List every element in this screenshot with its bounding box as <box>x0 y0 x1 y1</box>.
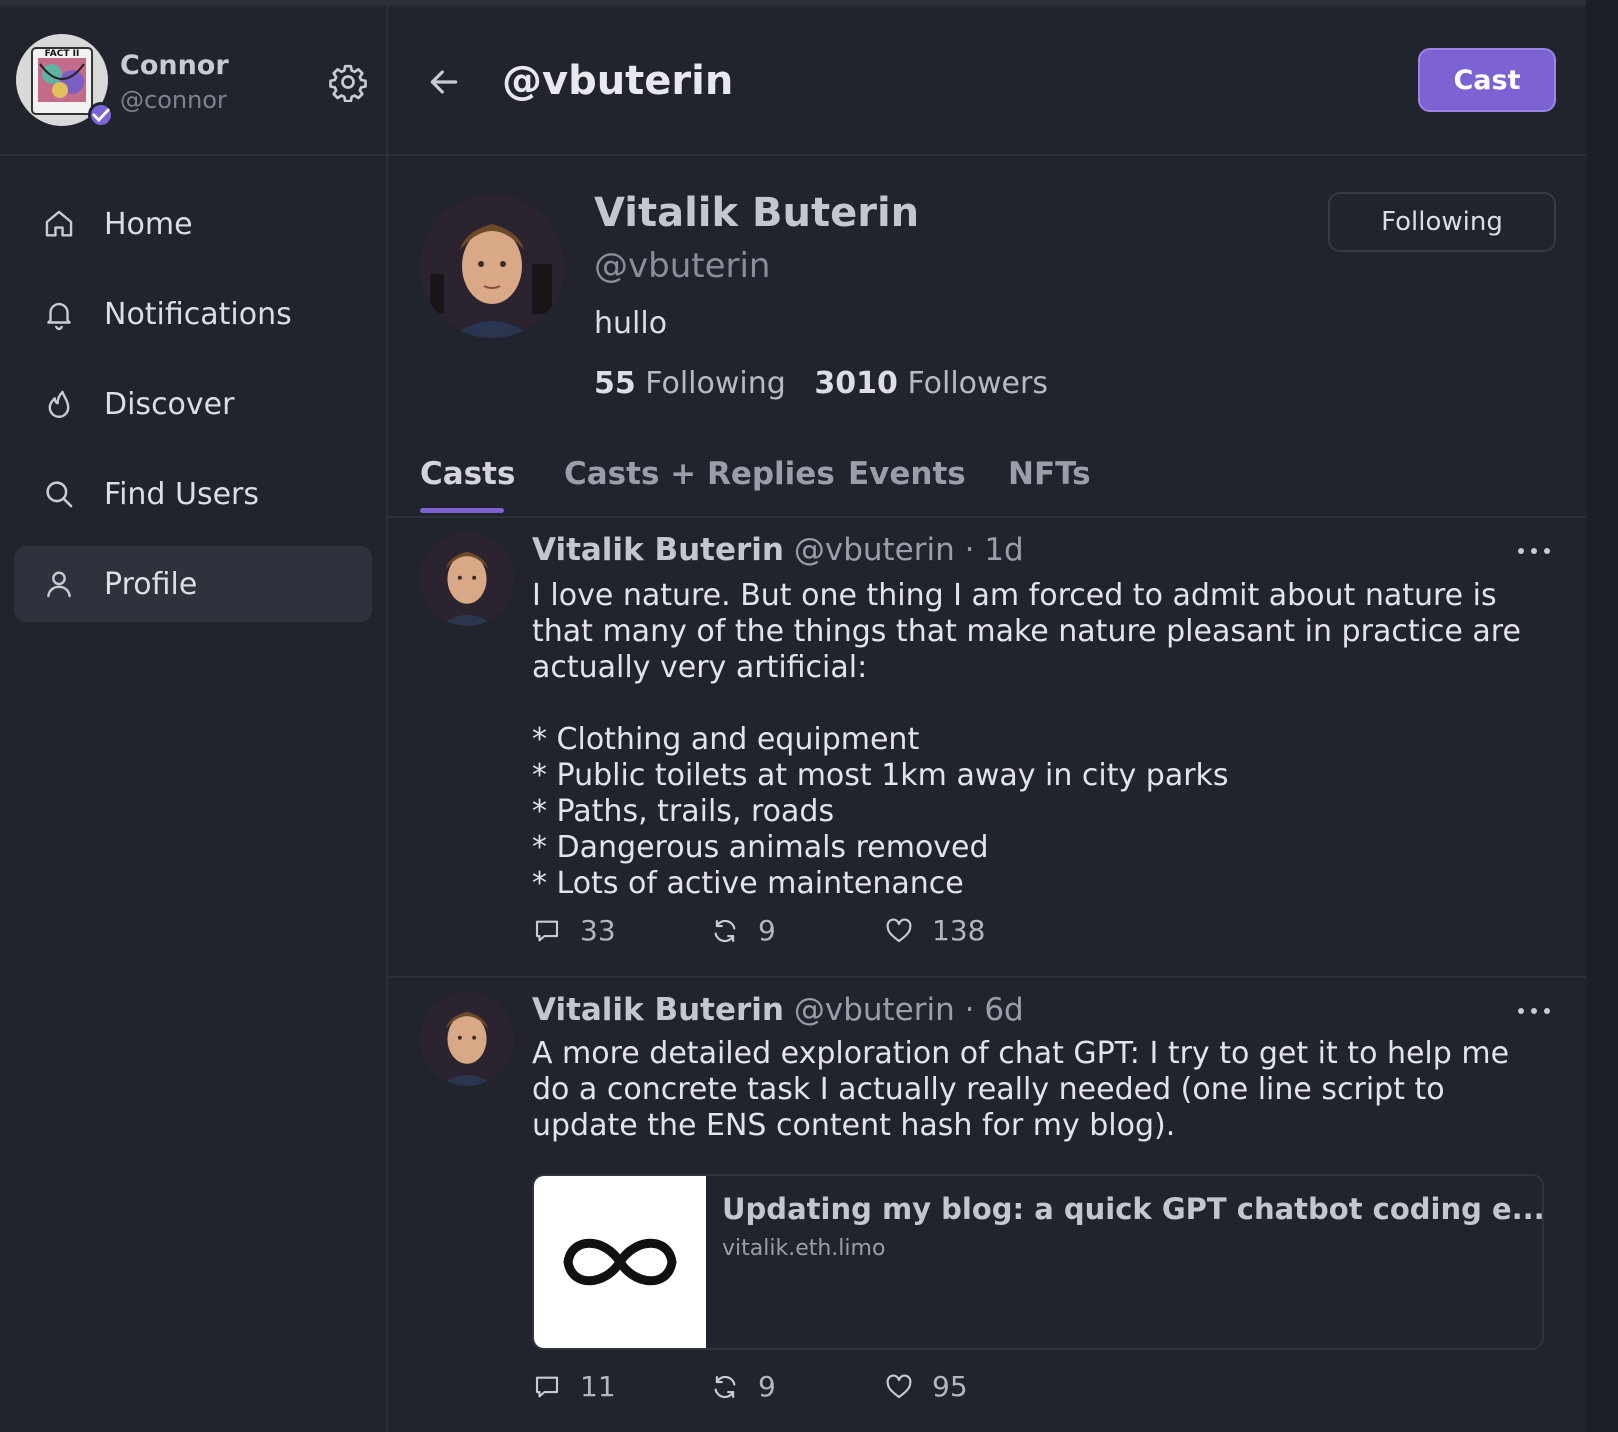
cast-text: I love nature. But one thing I am forced… <box>532 578 1521 901</box>
sidebar-item-discover[interactable]: Discover <box>14 366 372 442</box>
comment-icon <box>535 1376 559 1397</box>
verified-badge <box>88 102 114 128</box>
profile-avatar[interactable] <box>420 194 564 338</box>
sidebar-item-profile[interactable]: Profile <box>14 546 372 622</box>
following-label: Following <box>645 366 786 401</box>
reply-button[interactable]: 11 <box>532 1370 616 1403</box>
profile-name: Vitalik Buterin <box>594 190 920 236</box>
sidebar: FACT II Connor @connor Home Notification… <box>0 6 388 1432</box>
followers-count: 3010 <box>814 366 898 401</box>
bell-icon <box>47 302 71 331</box>
cast-author-avatar[interactable] <box>420 532 514 626</box>
arrow-left-icon[interactable] <box>424 62 464 102</box>
account-header: FACT II Connor @connor <box>0 6 386 156</box>
tab-nfts[interactable]: NFTs <box>1008 456 1091 492</box>
recast-button[interactable]: 9 <box>710 914 776 947</box>
recast-icon <box>714 1375 736 1398</box>
heart-icon <box>886 1374 912 1398</box>
more-options-icon[interactable] <box>1516 546 1552 556</box>
flame-icon <box>48 390 70 418</box>
home-icon <box>45 210 73 237</box>
embed-thumbnail <box>534 1176 706 1348</box>
cast-author-name[interactable]: Vitalik Buterin <box>532 992 784 1028</box>
cast-text: A more detailed exploration of chat GPT:… <box>532 1036 1519 1143</box>
cast-author-handle[interactable]: @vbuterin <box>794 992 955 1028</box>
cast-meta: Vitalik Buterin @vbuterin · 1d <box>532 532 1024 568</box>
sidebar-item-label: Notifications <box>104 296 292 332</box>
cast-avatar-image <box>420 532 514 626</box>
profile-header: Vitalik Buterin @vbuterin hullo Followin… <box>388 156 1586 346</box>
sidebar-item-home[interactable]: Home <box>14 186 372 262</box>
tab-casts-replies[interactable]: Casts + Replies <box>564 456 835 492</box>
recast-count: 9 <box>758 1370 776 1403</box>
main-column: @vbuterin Cast Vitalik Buterin @vbuterin… <box>388 6 1586 1432</box>
like-count: 95 <box>932 1370 968 1403</box>
search-icon <box>46 481 73 508</box>
recast-count: 9 <box>758 914 776 947</box>
tab-events[interactable]: Events <box>848 456 966 492</box>
following-stat[interactable]: 55 Following <box>594 366 786 401</box>
profile-stats: 55 Following 3010 Followers <box>594 366 1048 401</box>
account-handle: @connor <box>120 86 227 114</box>
reply-count: 11 <box>580 1370 616 1403</box>
cast-author-handle[interactable]: @vbuterin <box>794 532 955 568</box>
profile-tabs: Casts Casts + Replies Events NFTs <box>388 444 1586 518</box>
comment-icon <box>535 920 559 941</box>
sidebar-item-label: Discover <box>104 386 235 422</box>
account-avatar[interactable]: FACT II <box>16 34 114 128</box>
gear-icon[interactable] <box>328 62 368 102</box>
reply-button[interactable]: 33 <box>532 914 616 947</box>
sidebar-item-find-users[interactable]: Find Users <box>14 456 372 532</box>
avatar-art-text: FACT II <box>45 49 80 59</box>
cast-divider <box>388 976 1586 978</box>
account-name: Connor <box>120 50 229 81</box>
cast-meta: Vitalik Buterin @vbuterin · 6d <box>532 992 1024 1028</box>
check-icon <box>92 108 110 123</box>
like-count: 138 <box>932 914 986 947</box>
following-button[interactable]: Following <box>1328 192 1556 252</box>
followers-label: Followers <box>907 366 1048 401</box>
profile-bio: hullo <box>594 306 668 341</box>
sidebar-item-label: Profile <box>104 566 198 602</box>
sidebar-item-label: Find Users <box>104 476 260 512</box>
link-embed[interactable]: Updating my blog: a quick GPT chatbot co… <box>532 1174 1544 1350</box>
cast-timestamp: · 1d <box>964 532 1024 568</box>
cast-timestamp: · 6d <box>964 992 1024 1028</box>
profile-avatar-image <box>420 194 564 338</box>
page-title: @vbuterin <box>502 58 734 104</box>
followers-stat[interactable]: 3010 Followers <box>814 366 1048 401</box>
embed-domain: vitalik.eth.limo <box>722 1236 886 1261</box>
sidebar-item-notifications[interactable]: Notifications <box>14 276 372 352</box>
like-button[interactable]: 138 <box>884 914 985 947</box>
sidebar-item-label: Home <box>104 206 193 242</box>
like-button[interactable]: 95 <box>884 1370 968 1403</box>
tab-casts[interactable]: Casts <box>420 456 515 492</box>
cast-author-name[interactable]: Vitalik Buterin <box>532 532 784 568</box>
heart-icon <box>886 918 912 942</box>
recast-button[interactable]: 9 <box>710 1370 776 1403</box>
cast-button[interactable]: Cast <box>1418 48 1556 112</box>
page-header: @vbuterin Cast <box>388 6 1586 156</box>
right-gutter <box>1586 0 1618 1432</box>
cast-author-avatar[interactable] <box>420 992 514 1086</box>
infinity-icon <box>563 1238 677 1286</box>
reply-count: 33 <box>580 914 616 947</box>
active-tab-indicator <box>420 508 504 513</box>
profile-username: @vbuterin <box>594 246 771 286</box>
following-count: 55 <box>594 366 636 401</box>
embed-title: Updating my blog: a quick GPT chatbot co… <box>722 1192 1544 1226</box>
recast-icon <box>714 919 736 942</box>
user-icon <box>47 571 71 598</box>
more-options-icon[interactable] <box>1516 1006 1552 1016</box>
sidebar-nav: Home Notifications Discover Find Users P… <box>14 186 372 636</box>
cast-avatar-image <box>420 992 514 1086</box>
